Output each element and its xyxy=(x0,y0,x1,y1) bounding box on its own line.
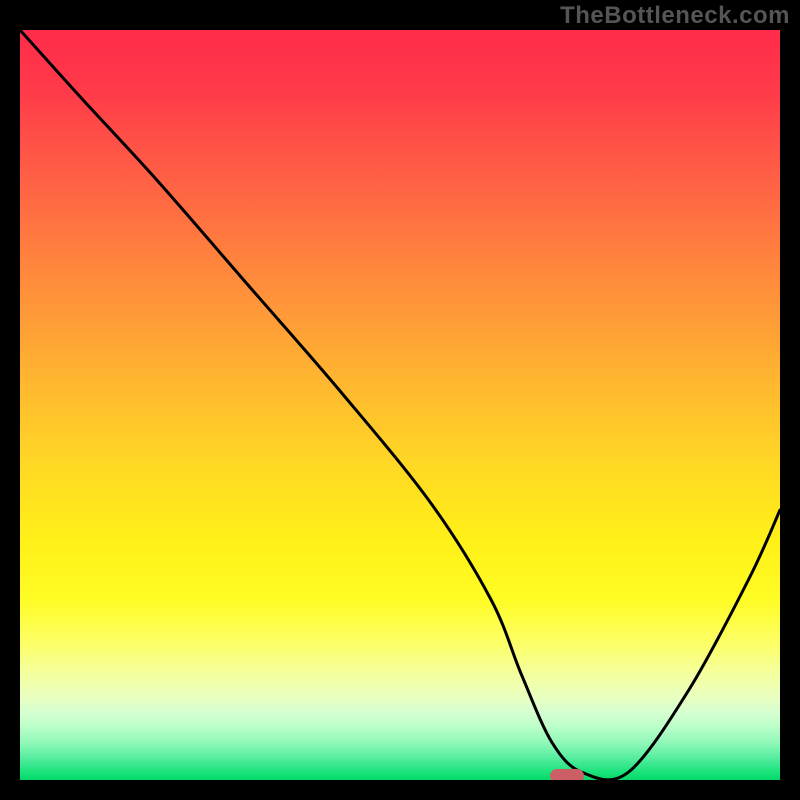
optimal-marker xyxy=(550,769,584,780)
plot-area xyxy=(20,30,780,780)
chart-frame: TheBottleneck.com xyxy=(0,0,800,800)
watermark-text: TheBottleneck.com xyxy=(560,2,790,30)
curve-svg xyxy=(20,30,780,780)
bottleneck-curve xyxy=(20,30,780,780)
